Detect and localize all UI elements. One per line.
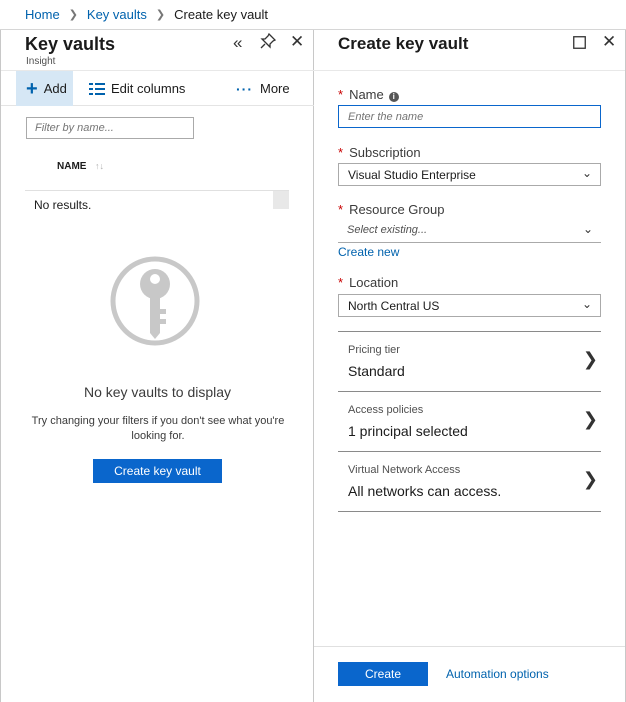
subscription-label-text: Subscription	[349, 145, 421, 160]
footer-divider	[314, 646, 625, 647]
blade-title: Create key vault	[338, 34, 469, 53]
pricing-tier-label: Pricing tier	[348, 344, 400, 356]
chevron-right-icon: ❯	[582, 469, 598, 489]
toolbar: + Add Edit columns ··· More	[1, 70, 314, 106]
chevron-down-icon: ⌄	[582, 222, 593, 236]
virtual-network-access-section[interactable]: Virtual Network Access All networks can …	[338, 451, 601, 511]
empty-state-title: No key vaults to display	[83, 384, 232, 400]
subscription-value: Visual Studio Enterprise	[348, 168, 476, 182]
filter-by-name-input[interactable]	[26, 117, 194, 139]
location-value: North Central US	[348, 299, 440, 313]
chevron-right-icon: ❯	[155, 9, 166, 21]
resource-group-label: * Resource Group	[338, 202, 444, 217]
pin-icon[interactable]	[260, 32, 277, 53]
virtual-network-access-value: All networks can access.	[348, 483, 502, 499]
resource-group-label-text: Resource Group	[349, 202, 445, 217]
subscription-label: * Subscription	[338, 145, 421, 160]
pricing-tier-section[interactable]: Pricing tier Standard ❯	[338, 331, 601, 391]
edit-columns-label: Edit columns	[111, 81, 186, 96]
edit-columns-button[interactable]: Edit columns	[89, 71, 185, 106]
no-results-text: No results.	[34, 198, 92, 212]
info-icon[interactable]: i	[388, 92, 399, 102]
location-dropdown[interactable]: North Central US ⌄	[338, 294, 601, 317]
close-icon[interactable]: ✕	[602, 32, 616, 52]
section-divider	[338, 511, 601, 512]
required-mark: *	[338, 145, 344, 160]
blade-subtitle: Insight	[26, 56, 56, 67]
key-vaults-blade: Key vaults Insight « ✕ + Add Edit column…	[0, 30, 314, 702]
pricing-tier-value: Standard	[348, 363, 405, 379]
sort-icon[interactable]: ↑↓	[95, 161, 104, 171]
automation-options-link[interactable]: Automation options	[446, 667, 549, 681]
chevron-down-icon: ⌄	[581, 297, 592, 311]
required-mark: *	[338, 202, 344, 217]
breadcrumb-home-link[interactable]: Home	[25, 7, 60, 22]
resource-group-dropdown[interactable]: Select existing... ⌄	[338, 220, 601, 243]
column-header-name[interactable]: NAME	[57, 161, 86, 172]
more-dots-icon: ···	[236, 80, 253, 97]
table-divider	[25, 190, 289, 191]
subscription-dropdown[interactable]: Visual Studio Enterprise ⌄	[338, 163, 601, 186]
key-vault-icon-svg	[110, 256, 200, 346]
add-label: Add	[43, 81, 67, 96]
access-policies-section[interactable]: Access policies 1 principal selected ❯	[338, 391, 601, 451]
header-divider	[314, 70, 625, 71]
maximize-icon[interactable]	[573, 36, 586, 53]
close-icon[interactable]: ✕	[290, 32, 304, 52]
add-button[interactable]: + Add	[16, 71, 73, 106]
name-label-text: Name	[349, 87, 384, 102]
empty-state-text: Try changing your filters if you don't s…	[31, 415, 285, 442]
chevron-right-icon: ❯	[582, 409, 598, 429]
location-label-text: Location	[349, 275, 399, 290]
plus-icon: +	[26, 77, 38, 100]
scrollbar[interactable]	[273, 191, 289, 209]
breadcrumb-current: Create key vault	[174, 7, 269, 22]
blade-title: Key vaults	[25, 34, 116, 54]
key-vault-icon	[109, 255, 201, 352]
columns-icon	[89, 82, 105, 95]
name-label: * Name i	[338, 87, 399, 102]
create-button[interactable]: Create	[338, 662, 428, 686]
more-button[interactable]: ··· More	[236, 71, 290, 106]
create-new-link[interactable]: Create new	[338, 245, 399, 259]
chevron-down-icon: ⌄	[581, 166, 592, 180]
more-label: More	[260, 81, 290, 96]
chevron-right-icon: ❯	[68, 9, 78, 21]
create-key-vault-blade: Create key vault ✕ *Namei *Subscription …	[314, 30, 626, 702]
maximize-icon-svg	[573, 36, 586, 49]
resource-group-value: Select existing...	[347, 224, 428, 236]
breadcrumb-key-vaults-link[interactable]: Key vaults	[87, 7, 147, 22]
virtual-network-access-label: Virtual Network Access	[348, 464, 461, 476]
chevron-right-icon: ❯	[582, 349, 598, 369]
create-key-vault-button[interactable]: Create key vault	[93, 459, 222, 483]
pin-icon-svg	[260, 32, 277, 49]
location-label: * Location	[338, 275, 398, 290]
access-policies-value: 1 principal selected	[348, 423, 468, 439]
access-policies-label: Access policies	[348, 404, 424, 416]
required-mark: *	[338, 87, 344, 102]
name-input[interactable]	[338, 105, 601, 128]
required-mark: *	[338, 275, 344, 290]
collapse-icon[interactable]: «	[233, 33, 242, 53]
breadcrumb: Home ❯ Key vaults ❯ Create key vault	[0, 0, 626, 30]
